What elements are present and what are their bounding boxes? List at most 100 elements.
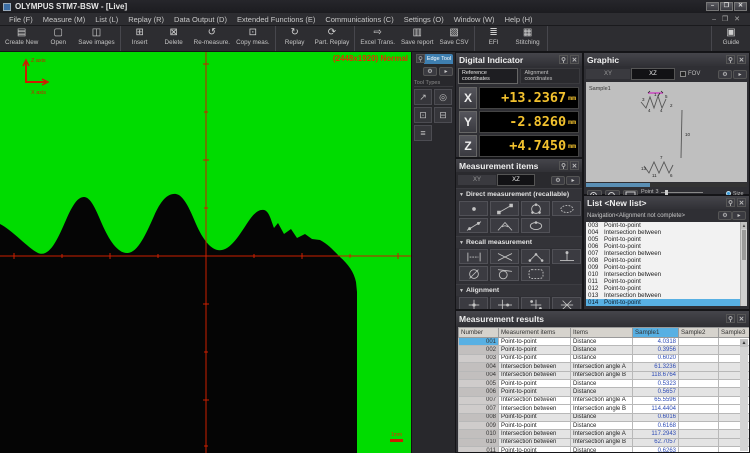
close-icon[interactable]: ✕	[570, 55, 579, 64]
measure-tool-perpendicular[interactable]	[552, 249, 581, 264]
point-size-slider[interactable]	[661, 192, 703, 193]
menu-file-f[interactable]: File (F)	[4, 15, 38, 24]
result-row-002[interactable]: 002Point-to-pointDistance0.3956	[459, 346, 750, 354]
expand-arrow-icon[interactable]: ▸	[439, 67, 453, 76]
list-item-008[interactable]: 008Point-to-point	[586, 257, 747, 264]
measure-tool-axis-points[interactable]	[521, 297, 550, 310]
close-icon[interactable]: ✕	[737, 55, 746, 64]
graphic-canvas[interactable]: Sample1 34145210131176	[586, 82, 747, 182]
close-icon[interactable]: ✕	[737, 314, 746, 323]
section-header-recall-measurement[interactable]: ▼Recall measurement	[456, 236, 582, 248]
result-number[interactable]: 003	[459, 354, 499, 362]
pin-icon[interactable]: ⚲	[726, 55, 735, 64]
result-number[interactable]: 004	[459, 371, 499, 379]
measure-tool-circle[interactable]	[521, 201, 550, 216]
result-row-010[interactable]: 010Intersection betweenIntersection angl…	[459, 430, 750, 438]
expand-arrow-icon[interactable]: ▸	[732, 211, 746, 220]
list-tool[interactable]: ≡	[414, 125, 432, 141]
measure-tool-point[interactable]	[459, 201, 488, 216]
result-row-011[interactable]: 011Point-to-pointDistance0.6263	[459, 447, 750, 453]
di-tab-reference-coordinates[interactable]: Reference coordinates	[458, 68, 518, 84]
circle-tool[interactable]: ◎	[434, 89, 452, 105]
toolbar-button-copy-measure[interactable]: ⊡Copy meas.	[233, 26, 273, 51]
axis-label-x[interactable]: X	[459, 87, 477, 109]
edge-tool-tab[interactable]: Edge Tool	[424, 54, 453, 64]
result-row-007[interactable]: 007Intersection betweenIntersection angl…	[459, 405, 750, 413]
column-header-number[interactable]: Number	[459, 328, 499, 338]
axis-label-y[interactable]: Y	[459, 111, 477, 133]
list-item-011[interactable]: 011Point-to-point	[586, 278, 747, 285]
gear-icon[interactable]: ⚙	[423, 67, 437, 76]
toolbar-button-save-csv[interactable]: ▧Save CSV	[437, 26, 472, 51]
toolbar-button-save-images[interactable]: ◫Save images	[75, 26, 117, 51]
measure-tool-diameter[interactable]	[459, 266, 488, 281]
graphic-tab-xy[interactable]: XY	[586, 69, 630, 79]
list-item-005[interactable]: 005Point-to-point	[586, 236, 747, 243]
list-item-014[interactable]: 014Point-to-point	[586, 299, 747, 306]
gear-icon[interactable]: ⚙	[551, 176, 565, 185]
column-header-sample2[interactable]: Sample2	[679, 328, 719, 338]
menu-window-w[interactable]: Window (W)	[449, 15, 500, 24]
close-button[interactable]: ✕	[734, 2, 747, 11]
axis-label-z[interactable]: Z	[459, 135, 477, 157]
result-number[interactable]: 011	[459, 447, 499, 453]
menu-data-output-d[interactable]: Data Output (D)	[169, 15, 232, 24]
arrow-tool[interactable]: ↗	[414, 89, 432, 105]
list-item-007[interactable]: 007Intersection between	[586, 250, 747, 257]
menu-measure-m[interactable]: Measure (M)	[38, 15, 91, 24]
fov-checkbox[interactable]: FOV	[680, 71, 700, 77]
measure-tool-axis-star[interactable]	[552, 297, 581, 310]
camera-live-view[interactable]: Z axis X axis (2448x1920) Normal 1mm	[0, 52, 411, 453]
scroll-up-icon[interactable]: ▲	[740, 339, 748, 347]
result-row-006[interactable]: 006Point-to-pointDistance0.5657	[459, 388, 750, 396]
list-item-013[interactable]: 013Intersection between	[586, 292, 747, 299]
menu-help-h[interactable]: Help (H)	[500, 15, 538, 24]
result-number[interactable]: 004	[459, 363, 499, 371]
list-scrollbar[interactable]: ▲	[740, 222, 747, 306]
result-row-001[interactable]: 001Point-to-pointDistance4.0318	[459, 338, 750, 346]
toolbar-button-re-measure[interactable]: ↺Re-measure.	[191, 26, 233, 51]
pin-icon[interactable]: ⚲	[559, 161, 568, 170]
section-header-direct-measurement-recallable[interactable]: ▼Direct measurement (recallable)	[456, 188, 582, 200]
result-number[interactable]: 002	[459, 346, 499, 354]
section-header-alignment[interactable]: ▼Alignment	[456, 284, 582, 296]
expand-arrow-icon[interactable]: ▸	[566, 176, 580, 185]
menu-communications-c[interactable]: Communications (C)	[320, 15, 398, 24]
toolbar-button-save-report[interactable]: ▥Save report	[398, 26, 437, 51]
result-number[interactable]: 009	[459, 421, 499, 429]
toolbar-button-insert[interactable]: ⊞Insert	[123, 26, 157, 51]
graphic-tab-xz[interactable]: XZ	[631, 68, 675, 80]
measure-tool-ellipse[interactable]	[552, 201, 581, 216]
result-number[interactable]: 007	[459, 396, 499, 404]
measure-tool-angle-lines[interactable]	[490, 249, 519, 264]
expand-arrow-icon[interactable]: ▸	[733, 70, 747, 79]
result-row-008[interactable]: 008Point-to-pointDistance0.6016	[459, 413, 750, 421]
result-row-010[interactable]: 010Intersection betweenIntersection angl…	[459, 438, 750, 446]
items-tab-xz[interactable]: XZ	[497, 174, 535, 186]
scroll-thumb[interactable]	[742, 230, 746, 260]
gear-icon[interactable]: ⚙	[718, 211, 732, 220]
toolbar-button-efi[interactable]: ≣EFI	[477, 26, 511, 51]
items-tab-xy[interactable]: XY	[458, 175, 496, 185]
gear-icon[interactable]: ⚙	[718, 70, 732, 79]
measure-tool-tangent-circle[interactable]	[490, 266, 519, 281]
list-item-006[interactable]: 006Point-to-point	[586, 243, 747, 250]
toolbar-button-guide[interactable]: ▣Guide	[714, 26, 748, 51]
di-tab-alignment-coordinates[interactable]: Alignment coordinates	[520, 68, 580, 84]
minimize-button[interactable]: –	[706, 2, 719, 11]
toolbar-button-create-new[interactable]: ▤Create New	[2, 26, 41, 51]
measure-tool-axis-origin[interactable]	[459, 297, 488, 310]
close-icon[interactable]: ✕	[570, 161, 579, 170]
measure-tool-angle[interactable]	[490, 218, 519, 233]
scroll-up-icon[interactable]: ▲	[741, 222, 747, 229]
measure-tool-angle-3pt[interactable]	[521, 249, 550, 264]
rect-tool[interactable]: ⊡	[414, 107, 432, 123]
column-header-measurement-items[interactable]: Measurement items	[499, 328, 571, 338]
restore-button[interactable]: ❐	[720, 2, 733, 11]
list-item-004[interactable]: 004Intersection between	[586, 229, 747, 236]
result-number[interactable]: 008	[459, 413, 499, 421]
rect-scan-tool[interactable]: ⊟	[434, 107, 452, 123]
measure-tool-line-seg[interactable]	[459, 218, 488, 233]
pin-icon[interactable]: ⚲	[559, 55, 568, 64]
list-item-009[interactable]: 009Point-to-point	[586, 264, 747, 271]
